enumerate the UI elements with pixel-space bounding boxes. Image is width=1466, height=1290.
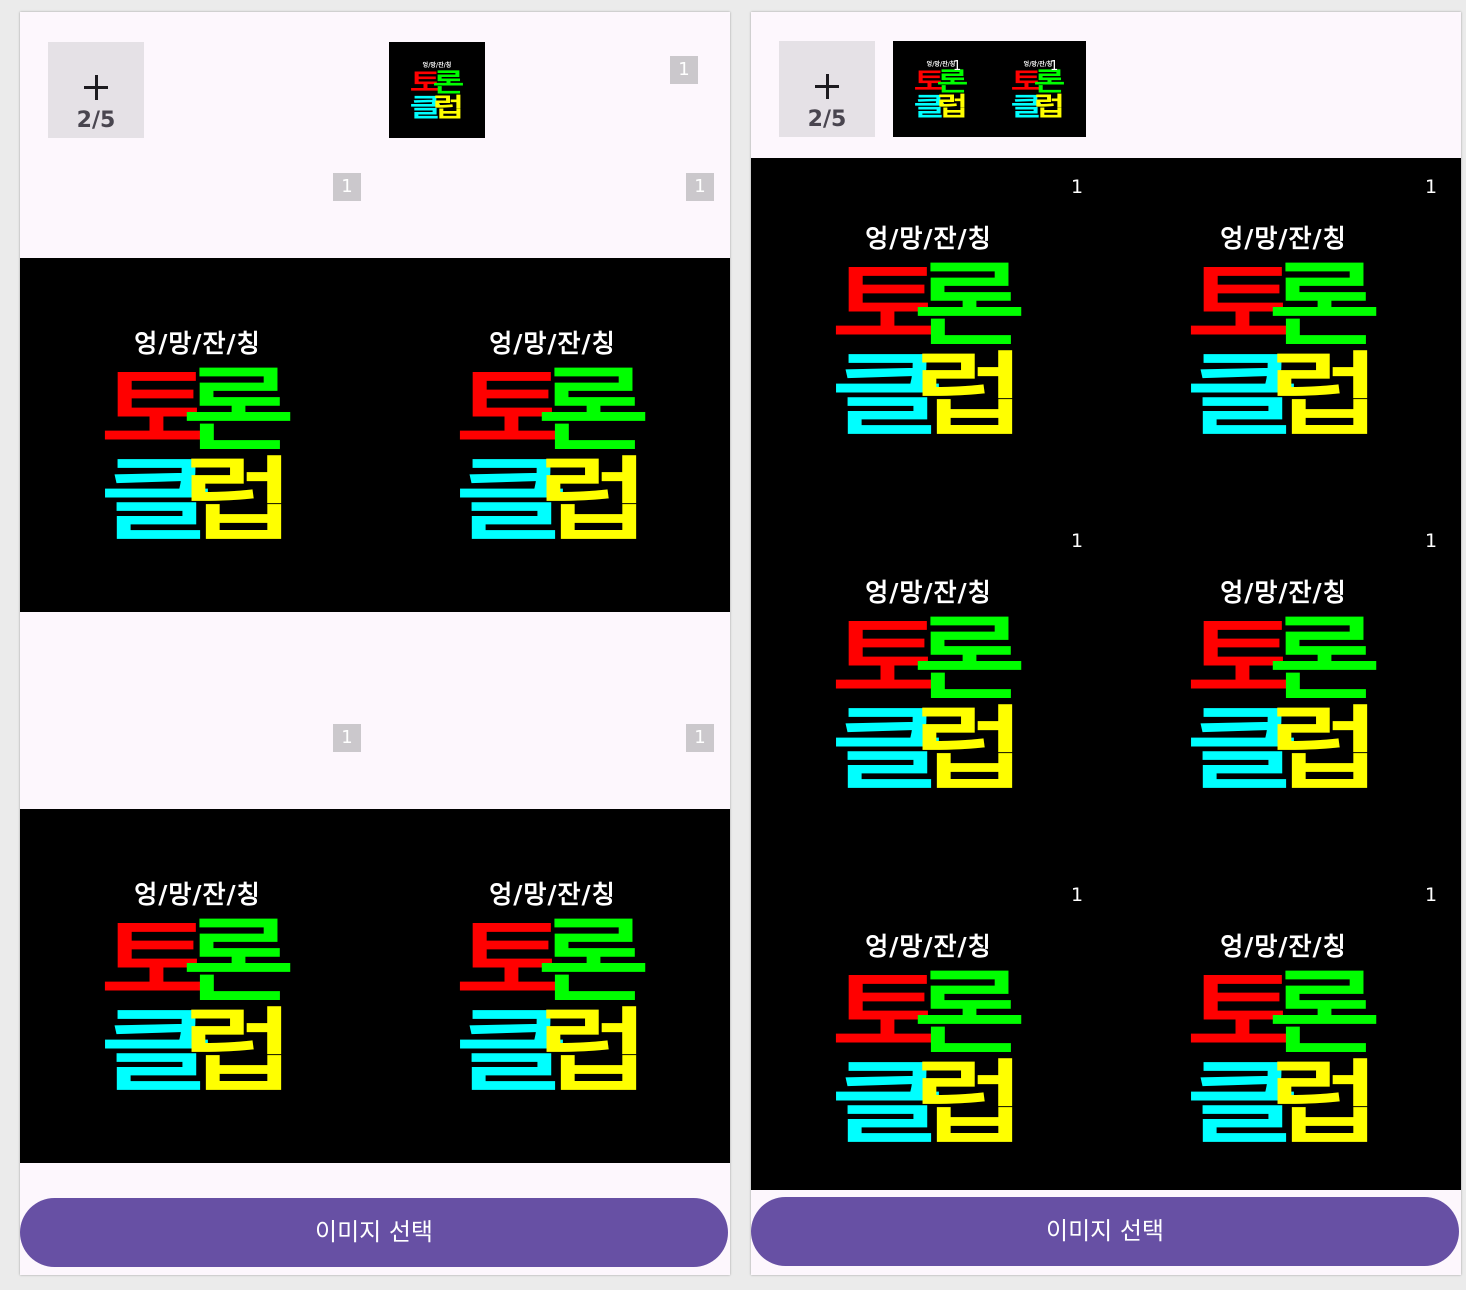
logo-char: 럽 <box>432 93 465 122</box>
logo-char: 럽 <box>538 448 650 553</box>
count-badge: 1 <box>1425 176 1438 198</box>
logo-char: 럽 <box>538 999 650 1104</box>
count-badge: 1 <box>333 724 361 752</box>
logo-char: 럽 <box>936 92 969 121</box>
logo-subtitle: 엉/망/잔/칭 <box>865 578 992 607</box>
logo-subtitle: 엉/망/잔/칭 <box>134 329 261 358</box>
count-badge: 1 <box>1071 176 1084 198</box>
count-badge: 1 <box>1425 884 1438 906</box>
logo-subtitle: 엉/망/잔/칭 <box>489 880 616 909</box>
logo-image: 엉/망/잔/칭 토 론 클 럽 <box>100 324 295 546</box>
logo-char: 럽 <box>1269 1051 1381 1156</box>
image-preview[interactable]: 엉/망/잔/칭 토 론 클 럽 엉/망/잔/칭 토 론 클 럽 <box>20 809 730 1163</box>
logo-image: 엉/망/잔/칭 토 론 클 럽 <box>1186 573 1381 795</box>
logo-image: 엉/망/잔/칭 토 론 클 럽 <box>831 219 1026 441</box>
logo-char: 럽 <box>1033 92 1066 121</box>
count-badge: 1 <box>1071 530 1084 552</box>
logo-char: 론 <box>183 909 295 1014</box>
logo-subtitle: 엉/망/잔/칭 <box>134 880 261 909</box>
logo-subtitle: 엉/망/잔/칭 <box>1220 224 1347 253</box>
image-cell[interactable]: 엉/망/잔/칭 토 론 클 럽 <box>751 866 1106 1190</box>
image-cell[interactable]: 엉/망/잔/칭 토 론 클 럽 <box>1106 512 1461 856</box>
image-picker-panel-left: 2/5 엉/망/잔/칭 토 론 클 럽 1 1 1 엉/망/잔/칭 토 론 클 … <box>20 12 730 1275</box>
selected-thumbnail[interactable]: 엉/망/잔/칭 토 론 클 럽 엉/망/잔/칭 토 론 클 럽 1 1 <box>893 41 1086 137</box>
logo-subtitle: 엉/망/잔/칭 <box>1220 932 1347 961</box>
logo-char: 럽 <box>914 343 1026 448</box>
logo-char: 론 <box>432 68 465 97</box>
logo-subtitle: 엉/망/잔/칭 <box>489 329 616 358</box>
logo-char: 론 <box>538 358 650 463</box>
selected-thumbnail[interactable]: 엉/망/잔/칭 토 론 클 럽 <box>389 42 485 138</box>
plus-icon <box>48 70 144 106</box>
count-badge: 1 <box>670 56 698 84</box>
image-picker-panel-right: 2/5 엉/망/잔/칭 토 론 클 럽 엉/망/잔/칭 토 론 클 럽 1 1 … <box>751 12 1461 1275</box>
count-badge: 1 <box>333 173 361 201</box>
logo-char: 론 <box>1269 607 1381 712</box>
count-badge: 1 <box>953 59 962 74</box>
logo-image: 엉/망/잔/칭 토 론 클 럽 <box>455 324 650 546</box>
count-badge: 1 <box>686 173 714 201</box>
logo-char: 럽 <box>914 697 1026 802</box>
count-badge: 1 <box>686 724 714 752</box>
count-badge: 1 <box>1050 59 1059 74</box>
logo-subtitle: 엉/망/잔/칭 <box>1220 578 1347 607</box>
image-preview[interactable]: 엉/망/잔/칭 토 론 클 럽 엉/망/잔/칭 토 론 클 럽 <box>20 258 730 612</box>
add-image-button[interactable]: 2/5 <box>48 42 144 138</box>
logo-char: 럽 <box>914 1051 1026 1156</box>
logo-image: 엉/망/잔/칭 토 론 클 럽 <box>455 875 650 1097</box>
logo-char: 론 <box>538 909 650 1014</box>
logo-char: 론 <box>1269 961 1381 1066</box>
logo-image: 엉/망/잔/칭 토 론 클 럽 <box>831 573 1026 795</box>
logo-char: 럽 <box>183 448 295 553</box>
image-count: 2/5 <box>807 107 847 132</box>
image-cell[interactable]: 엉/망/잔/칭 토 론 클 럽 <box>751 512 1106 856</box>
logo-image: 엉/망/잔/칭 토 론 클 럽 <box>1186 219 1381 441</box>
count-badge: 1 <box>1071 884 1084 906</box>
select-image-button[interactable]: 이미지 선택 <box>20 1198 728 1267</box>
logo-char: 론 <box>914 607 1026 712</box>
logo-char: 론 <box>1269 253 1381 358</box>
plus-icon <box>779 69 875 105</box>
select-image-button[interactable]: 이미지 선택 <box>751 1197 1459 1266</box>
logo-char: 럽 <box>183 999 295 1104</box>
logo-char: 론 <box>183 358 295 463</box>
logo-image: 엉/망/잔/칭 토 론 클 럽 <box>831 927 1026 1149</box>
image-count: 2/5 <box>76 108 116 133</box>
logo-char: 럽 <box>1269 697 1381 802</box>
logo-subtitle: 엉/망/잔/칭 <box>865 932 992 961</box>
logo-char: 론 <box>914 253 1026 358</box>
add-image-button[interactable]: 2/5 <box>779 41 875 137</box>
logo-char: 론 <box>914 961 1026 1066</box>
image-grid: 엉/망/잔/칭 토 론 클 럽 엉/망/잔/칭 토 론 클 럽 엉/망/잔/칭 … <box>751 158 1461 1190</box>
logo-image: 엉/망/잔/칭 토 론 클 럽 <box>100 875 295 1097</box>
logo-char: 럽 <box>1269 343 1381 448</box>
logo-image: 엉/망/잔/칭 토 론 클 럽 <box>1186 927 1381 1149</box>
logo-subtitle: 엉/망/잔/칭 <box>865 224 992 253</box>
image-cell[interactable]: 엉/망/잔/칭 토 론 클 럽 <box>751 158 1106 502</box>
image-cell[interactable]: 엉/망/잔/칭 토 론 클 럽 <box>1106 158 1461 502</box>
count-badge: 1 <box>1425 530 1438 552</box>
logo-image: 엉/망/잔/칭 토 론 클 럽 <box>410 60 464 120</box>
image-cell[interactable]: 엉/망/잔/칭 토 론 클 럽 <box>1106 866 1461 1190</box>
